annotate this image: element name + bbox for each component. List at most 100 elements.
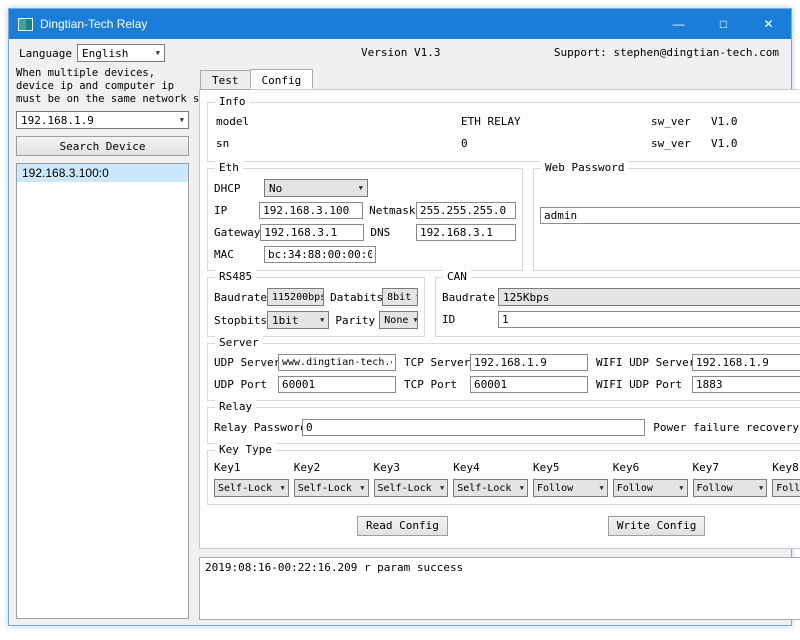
wifi-udp-server-input[interactable] (692, 354, 800, 371)
key4-value: Self-Lock (457, 483, 511, 494)
parity-value: None (384, 315, 408, 326)
stopbits-select[interactable]: 1bit ▼ (267, 311, 329, 329)
rs485-can-row: RS485 Baudrate 115200bps ▼ Databits 8bit… (207, 271, 800, 337)
key7-value: Follow (697, 483, 733, 494)
rs485-group-title: RS485 (215, 270, 256, 283)
wifi-udp-port-label: WIFI UDP Port (596, 378, 692, 391)
key2-select[interactable]: Self-Lock▼ (294, 479, 369, 497)
relay-group: Relay Relay Password Power failure recov… (207, 407, 800, 444)
udp-port-label: UDP Port (214, 378, 278, 391)
can-baudrate-select[interactable]: 125Kbps ▼ (498, 288, 800, 306)
write-config-button[interactable]: Write Config (608, 516, 705, 536)
server-group: Server UDP Server TCP Server WIFI UDP Se… (207, 343, 800, 401)
local-ip-select[interactable]: 192.168.1.9 ▼ (16, 111, 189, 129)
dns-label: DNS (370, 226, 416, 239)
key6-label: Key6 (613, 461, 688, 474)
server-group-title: Server (215, 336, 263, 349)
key4-select[interactable]: Self-Lock▼ (453, 479, 528, 497)
chevron-down-icon: ▼ (754, 484, 763, 492)
tcp-port-label: TCP Port (404, 378, 470, 391)
dhcp-value: No (269, 182, 282, 195)
log-output[interactable]: 2019:08:16-00:22:16.209 r param success (199, 557, 800, 620)
sw-ver-value-2: V1.0 (711, 137, 800, 150)
dns-input[interactable] (416, 224, 516, 241)
relay-password-input[interactable] (302, 419, 645, 436)
chevron-down-icon: ▼ (355, 484, 364, 492)
tcp-server-input[interactable] (470, 354, 588, 371)
chevron-down-icon: ▼ (435, 484, 444, 492)
support-label: Support: stephen@dingtian-tech.com (554, 46, 779, 59)
netmask-input[interactable] (416, 202, 516, 219)
main-panel: Test Config Info model ETH RELAY sw_ver … (199, 67, 800, 625)
key6-select[interactable]: Follow▼ (613, 479, 688, 497)
read-config-button[interactable]: Read Config (357, 516, 448, 536)
key2-label: Key2 (294, 461, 369, 474)
device-list-item[interactable]: 192.168.3.100:0 (17, 164, 188, 182)
maximize-button[interactable]: □ (701, 9, 746, 39)
top-bar: Language English ▼ Version V1.3 Support:… (9, 39, 791, 67)
key3-value: Self-Lock (378, 483, 432, 494)
tcp-port-input[interactable] (470, 376, 588, 393)
web-password-group-title: Web Password (541, 161, 628, 174)
rs485-baudrate-select[interactable]: 115200bps ▼ (267, 288, 324, 306)
minimize-button[interactable]: — (656, 9, 701, 39)
tab-config[interactable]: Config (250, 69, 314, 89)
chevron-down-icon: ▼ (276, 484, 285, 492)
parity-label: Parity (335, 314, 379, 327)
udp-server-input[interactable] (278, 354, 396, 371)
gateway-input[interactable] (260, 224, 364, 241)
app-window: Dingtian-Tech Relay — □ ✕ Language Engli… (8, 8, 792, 626)
databits-select[interactable]: 8bit ▼ (382, 288, 418, 306)
chevron-down-icon: ▼ (354, 184, 363, 192)
chevron-down-icon: ▼ (411, 293, 418, 301)
action-button-row: Read Config Write Config (207, 516, 800, 536)
search-device-button[interactable]: Search Device (16, 136, 189, 156)
web-password-input[interactable] (540, 207, 800, 224)
key2-value: Self-Lock (298, 483, 352, 494)
app-icon (18, 18, 33, 31)
udp-port-input[interactable] (278, 376, 396, 393)
sw-ver-label-1: sw_ver (651, 115, 711, 128)
chevron-down-icon: ▼ (595, 484, 604, 492)
key8-select[interactable]: Follow▼ (772, 479, 800, 497)
sw-ver-value-1: V1.0 (711, 115, 800, 128)
key1-select[interactable]: Self-Lock▼ (214, 479, 289, 497)
rs485-group: RS485 Baudrate 115200bps ▼ Databits 8bit… (207, 277, 425, 337)
wifi-udp-port-input[interactable] (692, 376, 800, 393)
key-type-group: Key Type Key1 Key2 Key3 Key4 Key5 Key6 K… (207, 450, 800, 505)
parity-select[interactable]: None ▼ (379, 311, 418, 329)
ip-input[interactable] (259, 202, 363, 219)
chevron-down-icon: ▼ (175, 116, 184, 124)
language-select[interactable]: English ▼ (77, 44, 165, 62)
model-value: ETH RELAY (461, 115, 651, 128)
model-label: model (216, 115, 461, 128)
chevron-down-icon: ▼ (151, 49, 160, 57)
dhcp-select[interactable]: No ▼ (264, 179, 368, 197)
can-id-input[interactable] (498, 311, 800, 328)
key8-label: Key8 (772, 461, 800, 474)
sn-value: 0 (461, 137, 651, 150)
window-title: Dingtian-Tech Relay (40, 17, 147, 31)
key4-label: Key4 (453, 461, 528, 474)
can-baudrate-value: 125Kbps (503, 291, 549, 304)
title-bar: Dingtian-Tech Relay — □ ✕ (9, 9, 791, 39)
netmask-label: Netmask (369, 204, 416, 217)
key-select-row: Self-Lock▼ Self-Lock▼ Self-Lock▼ Self-Lo… (214, 479, 800, 497)
key3-select[interactable]: Self-Lock▼ (374, 479, 449, 497)
key7-label: Key7 (693, 461, 768, 474)
key3-label: Key3 (374, 461, 449, 474)
udp-server-label: UDP Server (214, 356, 278, 369)
key1-label: Key1 (214, 461, 289, 474)
mac-input[interactable] (264, 246, 376, 263)
key7-select[interactable]: Follow ▼ (693, 479, 768, 497)
network-note-line-3: must be on the same network segment (16, 93, 189, 106)
tab-test[interactable]: Test (200, 70, 251, 90)
dhcp-label: DHCP (214, 182, 264, 195)
close-button[interactable]: ✕ (746, 9, 791, 39)
chevron-down-icon: ▼ (674, 484, 683, 492)
language-value: English (82, 47, 128, 60)
key5-select[interactable]: Follow▼ (533, 479, 608, 497)
can-group-title: CAN (443, 270, 471, 283)
device-list[interactable]: 192.168.3.100:0 (16, 163, 189, 619)
can-id-label: ID (442, 313, 498, 326)
